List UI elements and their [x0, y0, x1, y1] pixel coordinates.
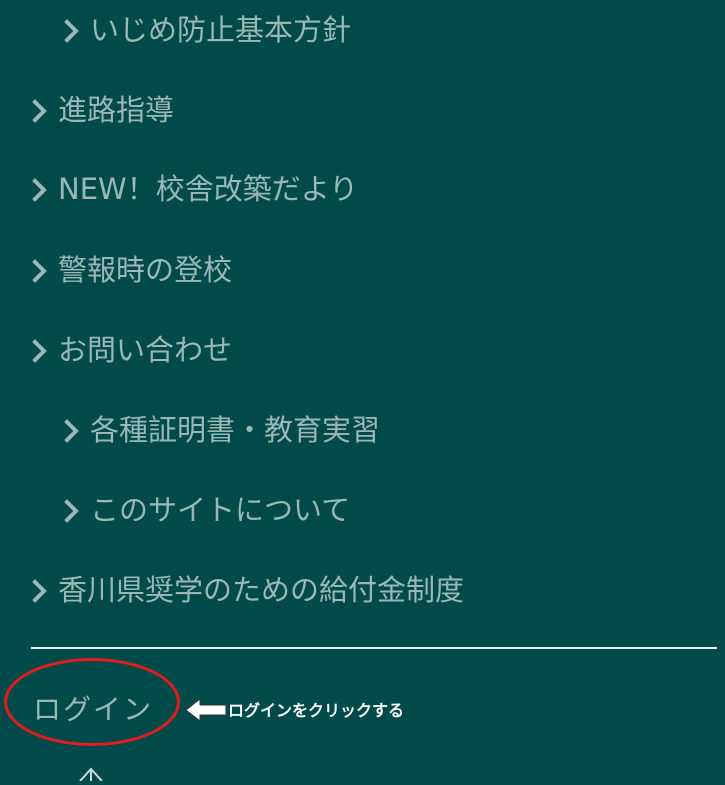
menu-item-alert-attendance[interactable]: 警報時の登校: [30, 256, 232, 285]
menu-item-about-site[interactable]: このサイトについて: [62, 496, 350, 525]
menu-item-label: いじめ防止基本方針: [90, 13, 352, 47]
menu-item-label: NEW！校舎改築だより: [58, 172, 359, 206]
chevron-right-icon: [62, 497, 82, 525]
chevron-right-icon: [30, 97, 50, 125]
chevron-right-icon: [62, 417, 82, 445]
menu-item-ijime-policy[interactable]: いじめ防止基本方針: [62, 16, 351, 45]
annotation-text: ログインをクリックする: [228, 701, 405, 720]
menu-item-label: 警報時の登校: [58, 253, 233, 287]
arrow-left-icon: [184, 696, 228, 728]
chevron-right-icon: [30, 577, 50, 605]
menu-item-label: 進路指導: [58, 93, 175, 127]
menu-item-scholarship[interactable]: 香川県奨学のための給付金制度: [30, 576, 464, 605]
login-link[interactable]: ログイン: [33, 688, 153, 728]
chevron-right-icon: [30, 257, 50, 285]
menu-item-certificates[interactable]: 各種証明書・教育実習: [62, 416, 380, 445]
menu-item-contact[interactable]: お問い合わせ: [30, 336, 232, 365]
menu-item-label: お問い合わせ: [58, 333, 233, 367]
menu-item-label: このサイトについて: [90, 493, 351, 527]
menu-item-label: 各種証明書・教育実習: [90, 413, 381, 447]
chevron-right-icon: [62, 17, 82, 45]
partial-icon: [78, 766, 104, 785]
menu-divider: [31, 647, 717, 649]
menu-item-label: 香川県奨学のための給付金制度: [58, 573, 465, 607]
menu-item-rebuild-news[interactable]: NEW！校舎改築だより: [30, 175, 358, 204]
chevron-right-icon: [30, 176, 50, 204]
chevron-right-icon: [30, 337, 50, 365]
menu-item-career-guidance[interactable]: 進路指導: [30, 96, 174, 125]
